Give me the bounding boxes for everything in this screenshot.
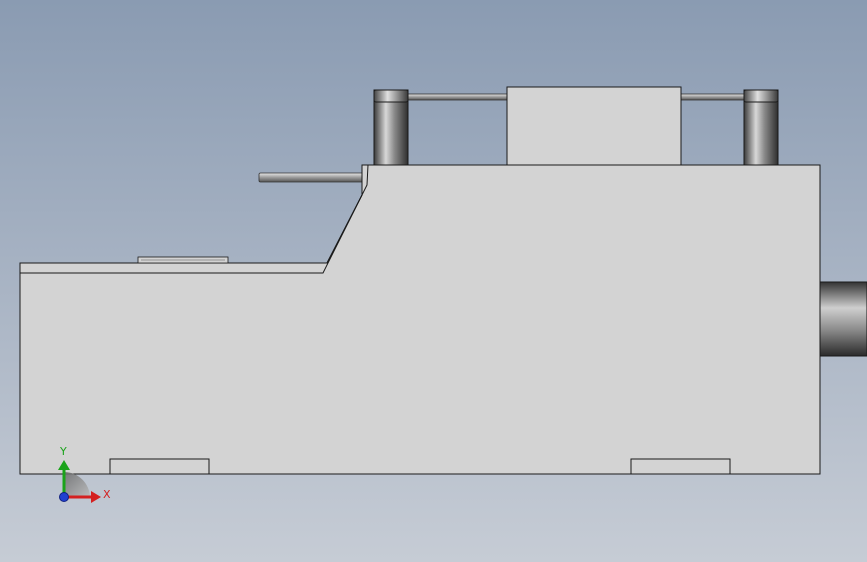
top-center-block[interactable] <box>506 86 682 166</box>
side-rod[interactable] <box>258 172 364 183</box>
z-axis-dot <box>59 492 69 502</box>
side-view-model[interactable]: Y X <box>0 0 867 562</box>
end-plug[interactable] <box>819 281 867 357</box>
x-axis-label: X <box>103 488 111 501</box>
guide-rod-left[interactable] <box>406 93 508 101</box>
foot-pad-left[interactable] <box>109 458 210 475</box>
cad-graphics-viewport[interactable]: Y X <box>0 0 867 562</box>
main-body[interactable] <box>19 164 821 475</box>
y-axis-label: Y <box>59 445 67 458</box>
cylinder-right-cap[interactable] <box>743 89 779 103</box>
cylinder-left-cap[interactable] <box>373 89 409 103</box>
foot-pad-right[interactable] <box>630 458 731 475</box>
x-axis-arrowhead <box>91 491 101 503</box>
triad-quadrant <box>64 472 90 497</box>
guide-rod-right[interactable] <box>680 93 746 101</box>
